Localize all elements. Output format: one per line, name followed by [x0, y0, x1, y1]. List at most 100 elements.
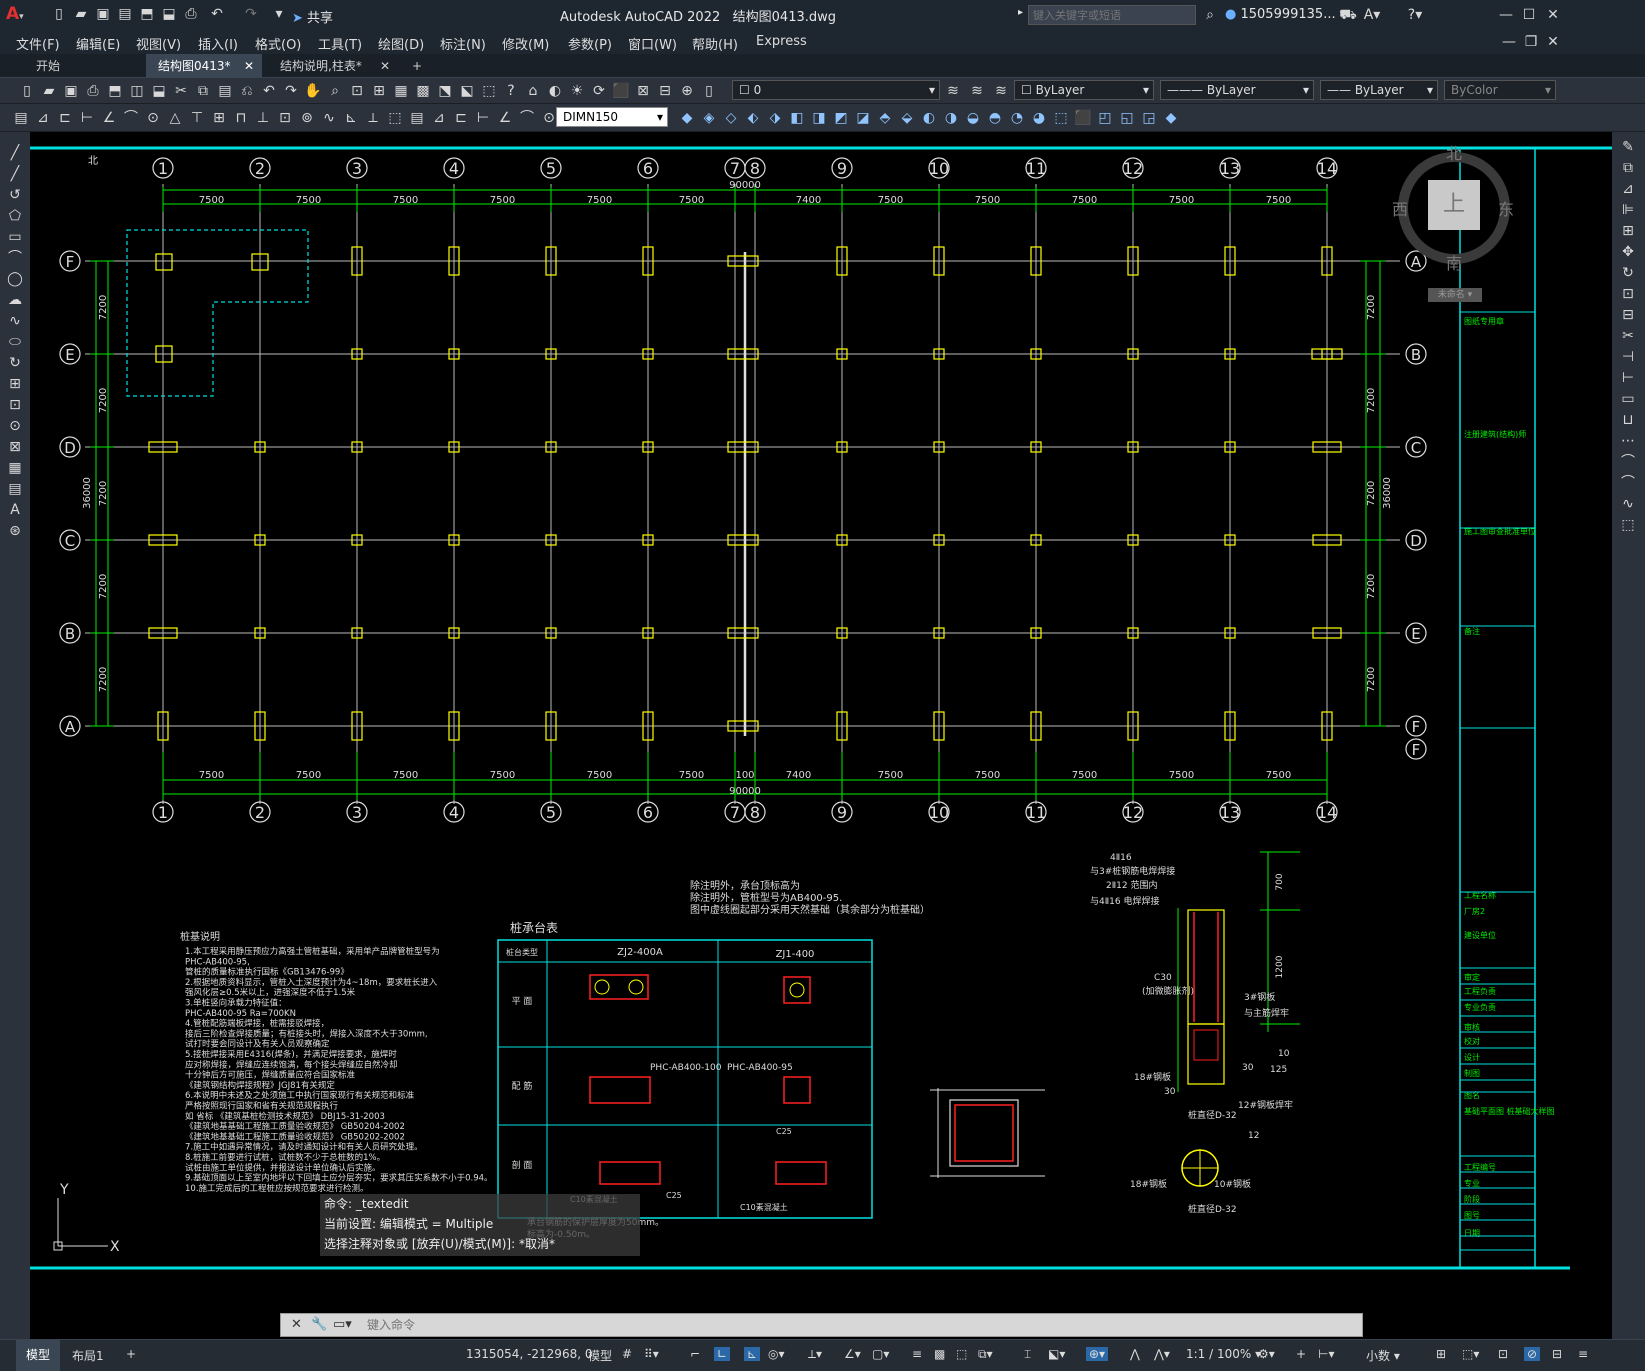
modify-panel-icon[interactable]: ⊣ [1617, 346, 1639, 368]
toolbar-tool-icon[interactable]: ↶ [258, 80, 280, 102]
modify-tool-icon[interactable]: ⬙ [896, 107, 918, 129]
tab-structure-drawing[interactable]: 结构图0413* ✕ [146, 54, 262, 78]
linetype-dropdown[interactable]: ——— ByLayer ▾ [1160, 80, 1314, 100]
toolbar-tool-icon[interactable]: ⌕ [324, 80, 346, 102]
toolbar-tool-icon[interactable]: ▦ [390, 80, 412, 102]
modify-tool-icon[interactable]: ◇ [720, 107, 742, 129]
modify-panel-icon[interactable]: ⋯ [1617, 430, 1639, 452]
dimension-tool-icon[interactable]: ▤ [10, 107, 32, 129]
print-icon[interactable]: ⎙ [180, 3, 202, 25]
layer-dropdown[interactable]: ☐ 0 ▾ [732, 80, 940, 100]
save-icon[interactable]: ▣ [92, 3, 114, 25]
dimension-tool-icon[interactable]: △ [164, 107, 186, 129]
toolbar-tool-icon[interactable]: ▯ [698, 80, 720, 102]
toolbar-tool-icon[interactable]: ⬓ [148, 80, 170, 102]
autocad-logo-icon[interactable]: A▾ [6, 4, 24, 24]
quick-properties-icon[interactable]: ⊕▾ [1086, 1347, 1109, 1361]
menu-tools[interactable]: 工具(T) [318, 34, 362, 53]
modify-tool-icon[interactable]: ⬚ [1050, 107, 1072, 129]
toolbar-tool-icon[interactable]: ▩ [412, 80, 434, 102]
annotation-monitor-icon[interactable]: ⌶ [1024, 1347, 1031, 1362]
compass-west[interactable]: 西 [1392, 196, 1408, 220]
modify-tool-icon[interactable]: ◔ [1006, 107, 1028, 129]
modify-tool-icon[interactable]: ⬘ [874, 107, 896, 129]
tab-start[interactable]: 开始 [24, 54, 72, 78]
draw-tool-icon[interactable]: ⊙ [4, 415, 26, 437]
modify-tool-icon[interactable]: ◐ [918, 107, 940, 129]
modify-panel-icon[interactable]: ✂ [1617, 325, 1639, 347]
modify-tool-icon[interactable]: ◈ [698, 107, 720, 129]
plus-icon[interactable]: + [1296, 1347, 1306, 1361]
dimstyle-dropdown[interactable]: DIMN150 ▾ [556, 107, 668, 127]
modify-panel-icon[interactable]: ↻ [1617, 262, 1639, 284]
color-dropdown[interactable]: ☐ ByLayer ▾ [1014, 80, 1154, 100]
dimension-tool-icon[interactable]: ⊏ [450, 107, 472, 129]
redo-icon[interactable]: ↷ [240, 3, 262, 25]
transparency-icon[interactable]: ≡ [912, 1347, 922, 1361]
toolbar-tool-icon[interactable]: ⊞ [368, 80, 390, 102]
modify-tool-icon[interactable]: ◨ [808, 107, 830, 129]
customize-icon[interactable]: ⊟ [1552, 1347, 1562, 1361]
menu-dimension[interactable]: 标注(N) [440, 34, 486, 53]
undo-icon[interactable]: ↶ [206, 3, 228, 25]
toolbar-tool-icon[interactable]: ⊟ [654, 80, 676, 102]
modify-panel-icon[interactable]: ⊞ [1617, 220, 1639, 242]
draw-tool-icon[interactable]: ▤ [4, 478, 26, 500]
dimension-tool-icon[interactable]: ⊙ [142, 107, 164, 129]
draw-tool-icon[interactable]: ▦ [4, 457, 26, 479]
dimension-tool-icon[interactable]: ⊢ [76, 107, 98, 129]
quickcalc-icon[interactable]: ⊞ [1436, 1347, 1446, 1361]
toolbar-tool-icon[interactable]: ⬚ [478, 80, 500, 102]
toolbar-tool-icon[interactable]: ⎙ [82, 80, 104, 102]
toolbar-tool-icon[interactable]: ✋ [302, 80, 324, 102]
draw-tool-icon[interactable]: ⬭ [4, 331, 26, 353]
toolbar-tool-icon[interactable]: ▤ [214, 80, 236, 102]
toolbar-tool-icon[interactable]: ◐ [544, 80, 566, 102]
draw-tool-icon[interactable]: ⊠ [4, 436, 26, 458]
menu-insert[interactable]: 插入(I) [198, 34, 238, 53]
lineweight-dropdown[interactable]: —— ByLayer ▾ [1320, 80, 1438, 100]
dimension-tool-icon[interactable]: ∠ [98, 107, 120, 129]
modify-tool-icon[interactable]: ◪ [852, 107, 874, 129]
dimension-tool-icon[interactable]: ⌒ [516, 107, 538, 129]
toolbar-tool-icon[interactable]: ▣ [60, 80, 82, 102]
modify-tool-icon[interactable]: ◒ [962, 107, 984, 129]
draw-tool-icon[interactable]: ∿ [4, 310, 26, 332]
model-space-button[interactable]: 模型 [588, 1347, 612, 1364]
modify-tool-icon[interactable]: ⬛ [1072, 107, 1094, 129]
dimension-tool-icon[interactable]: ⊡ [274, 107, 296, 129]
modify-panel-icon[interactable]: ⊟ [1617, 304, 1639, 326]
modify-tool-icon[interactable]: ◆ [1160, 107, 1182, 129]
search-input[interactable] [1028, 5, 1196, 25]
dimension-tool-icon[interactable]: ⊓ [230, 107, 252, 129]
toolbar-tool-icon[interactable]: ⊡ [346, 80, 368, 102]
polar-icon[interactable]: ⊾ [744, 1347, 761, 1361]
drawing-canvas[interactable]: 北 1 1 2 2 3 3 4 4 5 5 6 6 7 7 8 8 9 9 10 10 11 11 12 12 13 13 14 14 F… [30, 132, 1612, 1339]
draw-tool-icon[interactable]: ↺ [4, 184, 26, 206]
modify-panel-icon[interactable]: ▭ [1617, 388, 1639, 410]
modify-panel-icon[interactable]: ⊔ [1617, 409, 1639, 431]
modify-panel-icon[interactable]: ⊡ [1617, 283, 1639, 305]
web-save-icon[interactable]: ⬓ [158, 3, 180, 25]
compass-south[interactable]: 南 [1446, 250, 1462, 274]
doc-close-icon[interactable]: ✕ [1542, 31, 1564, 53]
hardware-accel-icon[interactable]: ⬚▾ [1462, 1347, 1479, 1361]
maximize-icon[interactable]: ☐ [1518, 4, 1540, 26]
modify-panel-icon[interactable]: ⊿ [1617, 178, 1639, 200]
layer-tool-icon[interactable]: ≋ [990, 80, 1012, 102]
modify-panel-icon[interactable]: ✎ [1617, 136, 1639, 158]
modify-tool-icon[interactable]: ◰ [1094, 107, 1116, 129]
modify-panel-icon[interactable]: ⬚ [1617, 514, 1639, 536]
toolbar-tool-icon[interactable]: ⬕ [456, 80, 478, 102]
modify-tool-icon[interactable]: ◕ [1028, 107, 1050, 129]
menu-window[interactable]: 窗口(W) [628, 34, 677, 53]
toolbar-tool-icon[interactable]: ▰ [38, 80, 60, 102]
3dosnap-icon[interactable]: ⬚ [956, 1347, 967, 1361]
dimension-tool-icon[interactable]: ⊥ [252, 107, 274, 129]
draw-tool-icon[interactable]: ⊛ [4, 520, 26, 542]
toolbar-tool-icon[interactable]: ▯ [16, 80, 38, 102]
menu-draw[interactable]: 绘图(D) [378, 34, 424, 53]
toolbar-tool-icon[interactable]: ⬒ [104, 80, 126, 102]
menu-parametric[interactable]: 参数(P) [568, 34, 612, 53]
draw-tool-icon[interactable]: ⬠ [4, 205, 26, 227]
